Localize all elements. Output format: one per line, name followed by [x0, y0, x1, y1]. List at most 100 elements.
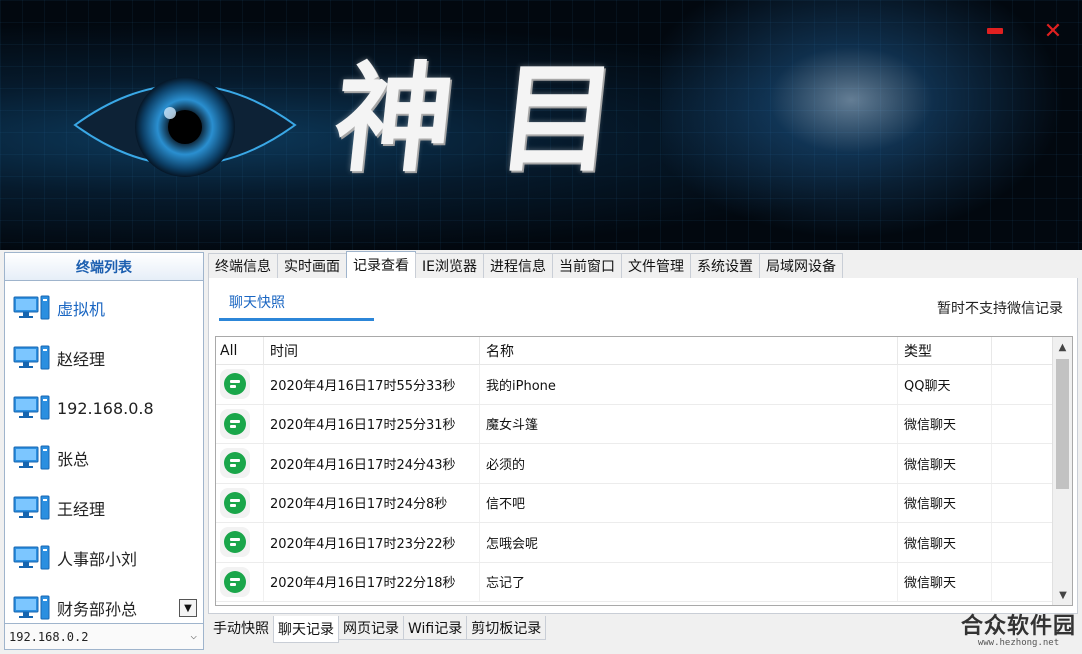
- computer-icon: [13, 345, 50, 370]
- device-item[interactable]: 192.168.0.8: [5, 383, 203, 433]
- column-header-all[interactable]: All: [216, 337, 264, 365]
- computer-icon: [13, 395, 50, 420]
- watermark-url: www.hezhong.net: [977, 638, 1060, 648]
- row-time: 2020年4月16日17时22分18秒: [264, 562, 480, 601]
- computer-icon: [13, 295, 50, 320]
- main-tab[interactable]: 实时画面: [277, 253, 347, 278]
- row-time: 2020年4月16日17时55分33秒: [264, 365, 480, 404]
- ip-select[interactable]: 192.168.0.2 ⌵: [5, 623, 203, 649]
- row-time: 2020年4月16日17时25分31秒: [264, 404, 480, 443]
- main-tab[interactable]: 系统设置: [689, 253, 760, 278]
- table-row[interactable]: 2020年4月16日17时25分31秒 魔女斗篷 微信聊天: [216, 404, 1072, 444]
- main-tab[interactable]: 文件管理: [620, 253, 691, 278]
- row-time: 2020年4月16日17时24分8秒: [264, 483, 480, 522]
- device-list: 虚拟机赵经理 192.168.0.8 张总王经理人事部小刘财务部孙总: [5, 281, 203, 621]
- device-item[interactable]: 张总: [5, 433, 203, 483]
- device-label: 赵经理: [57, 350, 106, 369]
- main-tab[interactable]: 当前窗口: [551, 253, 622, 278]
- row-icon-cell: [216, 562, 264, 601]
- title-glyph-1: 神: [327, 49, 461, 188]
- chat-bubble-icon: [220, 487, 250, 518]
- close-icon: ✕: [1043, 18, 1063, 44]
- chat-bubble-icon: [220, 369, 250, 400]
- bottom-tab[interactable]: 聊天记录: [273, 616, 339, 643]
- device-item[interactable]: 赵经理: [5, 333, 203, 383]
- bottom-tab[interactable]: 剪切板记录: [466, 616, 547, 640]
- device-item[interactable]: 王经理: [5, 483, 203, 533]
- table-row[interactable]: 2020年4月16日17时23分22秒 怎哦会呢 微信聊天: [216, 523, 1072, 563]
- column-header-time[interactable]: 时间: [264, 337, 480, 365]
- computer-icon: [13, 595, 50, 620]
- bottom-tab[interactable]: 网页记录: [338, 616, 404, 640]
- row-type: QQ聊天: [898, 365, 992, 404]
- close-button[interactable]: ✕: [1040, 18, 1066, 44]
- row-icon-cell: [216, 444, 264, 483]
- bottom-tab[interactable]: Wifi记录: [403, 616, 468, 640]
- wechat-notice: 暂时不支持微信记录: [937, 301, 1063, 317]
- tab-chat-snapshot[interactable]: 聊天快照: [229, 292, 285, 312]
- row-name: 忘记了: [480, 562, 898, 601]
- table-row[interactable]: 2020年4月16日17时24分43秒 必须的 微信聊天: [216, 444, 1072, 484]
- device-label: 财务部孙总: [57, 600, 138, 619]
- scroll-up-icon[interactable]: ▲: [1053, 337, 1072, 357]
- table-header: All 时间 名称 类型: [216, 337, 1072, 365]
- row-time: 2020年4月16日17时24分43秒: [264, 444, 480, 483]
- row-name: 信不吧: [480, 483, 898, 522]
- records-panel: 聊天快照 暂时不支持微信记录 All 时间 名称 类型 2020年4月16日17…: [208, 278, 1078, 614]
- table-row[interactable]: 2020年4月16日17时55分33秒 我的iPhone QQ聊天: [216, 365, 1072, 405]
- row-type: 微信聊天: [898, 523, 992, 562]
- row-icon-cell: [216, 483, 264, 522]
- device-label: 王经理: [57, 500, 106, 519]
- row-name: 我的iPhone: [480, 365, 898, 404]
- row-type: 微信聊天: [898, 444, 992, 483]
- row-extra: [992, 444, 1054, 483]
- device-label: 张总: [57, 450, 90, 469]
- table-row[interactable]: 2020年4月16日17时24分8秒 信不吧 微信聊天: [216, 483, 1072, 523]
- eye-icon: [73, 77, 297, 177]
- scroll-down-icon[interactable]: ▼: [1053, 585, 1072, 605]
- main-tab[interactable]: 终端信息: [208, 253, 278, 278]
- row-extra: [992, 365, 1054, 404]
- chat-bubble-icon: [220, 448, 250, 479]
- row-type: 微信聊天: [898, 404, 992, 443]
- row-name: 必须的: [480, 444, 898, 483]
- device-label: 虚拟机: [57, 300, 106, 319]
- site-watermark: 合众软件园 www.hezhong.net: [961, 608, 1076, 648]
- triangle-down-icon: ▼: [184, 602, 192, 614]
- ip-select-value: 192.168.0.2: [9, 629, 89, 644]
- computer-icon: [13, 445, 50, 470]
- terminal-list-panel: 终端列表 虚拟机 赵经理 192.168.0.8 张总 王经理 人事部小刘 财务部孙总 ▼ …: [4, 252, 204, 650]
- computer-icon: [13, 495, 50, 520]
- row-extra: [992, 404, 1054, 443]
- column-header-type[interactable]: 类型: [898, 337, 992, 365]
- device-item[interactable]: 虚拟机: [5, 283, 203, 333]
- watermark-text: 合众软件园: [960, 614, 1076, 639]
- main-tab[interactable]: 记录查看: [346, 251, 416, 278]
- list-expand-button[interactable]: ▼: [179, 599, 197, 617]
- bottom-tab[interactable]: 手动快照: [208, 616, 274, 640]
- row-name: 魔女斗篷: [480, 404, 898, 443]
- device-item[interactable]: 财务部孙总: [5, 583, 203, 621]
- header-banner: 神 目 ✕: [0, 0, 1082, 250]
- chat-record-table: All 时间 名称 类型 2020年4月16日17时55分33秒 我的iPhone…: [215, 336, 1073, 606]
- table-row[interactable]: 2020年4月16日17时22分18秒 忘记了 微信聊天: [216, 562, 1072, 602]
- row-extra: [992, 483, 1054, 522]
- column-header-name[interactable]: 名称: [480, 337, 898, 365]
- device-item[interactable]: 人事部小刘: [5, 533, 203, 583]
- banner-network-graphic: [662, 0, 1082, 250]
- main-tab[interactable]: IE浏览器: [415, 253, 484, 278]
- minimize-button[interactable]: [982, 18, 1008, 44]
- main-tab[interactable]: 局域网设备: [758, 253, 843, 278]
- vertical-scrollbar[interactable]: ▲ ▼: [1052, 337, 1072, 605]
- minimize-icon: [987, 28, 1003, 34]
- table-body: 2020年4月16日17时55分33秒 我的iPhone QQ聊天 2020年4月16…: [216, 365, 1072, 602]
- computer-icon: [13, 545, 50, 570]
- row-extra: [992, 523, 1054, 562]
- chevron-down-icon: ⌵: [190, 629, 197, 642]
- row-icon-cell: [216, 404, 264, 443]
- scroll-thumb[interactable]: [1056, 359, 1069, 489]
- row-type: 微信聊天: [898, 562, 992, 601]
- chat-bubble-icon: [220, 408, 250, 439]
- main-tab[interactable]: 进程信息: [482, 253, 553, 278]
- chat-bubble-icon: [220, 527, 250, 558]
